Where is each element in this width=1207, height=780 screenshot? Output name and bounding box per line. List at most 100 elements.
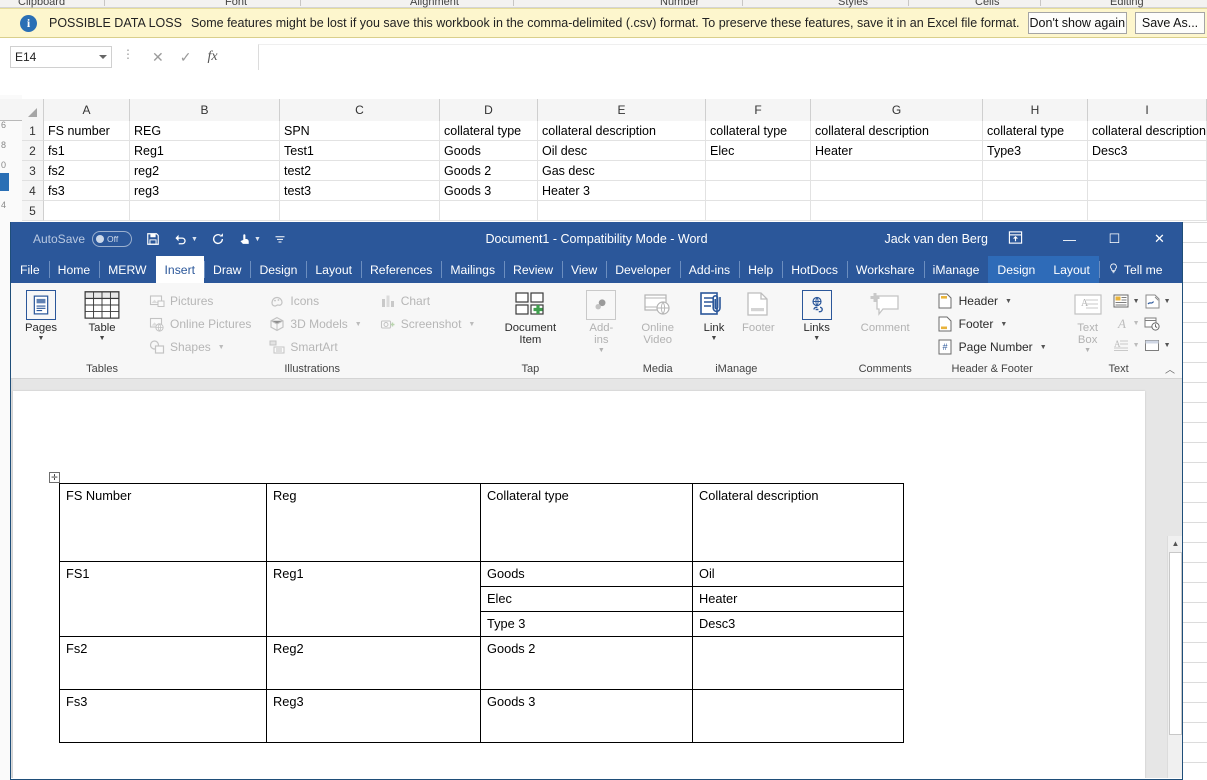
customize-qat-icon[interactable] bbox=[274, 233, 286, 245]
cell-A4[interactable]: fs3 bbox=[44, 181, 130, 201]
screenshot-button[interactable]: Screenshot ▼ bbox=[376, 313, 480, 335]
cell-H2[interactable]: Type3 bbox=[983, 141, 1088, 161]
share-icon[interactable] bbox=[1172, 256, 1182, 283]
cell-B3[interactable]: reg2 bbox=[130, 161, 280, 181]
save-icon[interactable] bbox=[146, 232, 160, 246]
th-collateral-description[interactable]: Collateral description bbox=[692, 483, 904, 562]
dont-show-again-button[interactable]: Don't show again bbox=[1027, 12, 1127, 34]
pictures-button[interactable]: Pictures bbox=[145, 290, 255, 312]
cell-F3[interactable] bbox=[706, 161, 811, 181]
cell-G2[interactable]: Heater bbox=[811, 141, 983, 161]
cell-desc-1-1[interactable]: Oil bbox=[692, 561, 904, 587]
cell-B5[interactable] bbox=[130, 201, 280, 221]
name-box[interactable]: E14 bbox=[10, 46, 112, 68]
table-button[interactable]: Table ▼ bbox=[77, 288, 127, 342]
online-pictures-button[interactable]: Online Pictures bbox=[145, 313, 255, 335]
tab-merw[interactable]: MERW bbox=[99, 256, 155, 283]
cell-E1[interactable]: collateral description bbox=[538, 121, 706, 141]
chevron-down-icon[interactable]: ▼ bbox=[1164, 298, 1171, 305]
table-move-handle-icon[interactable]: ✛ bbox=[49, 472, 60, 483]
new-comment-button[interactable]: Comment bbox=[855, 288, 916, 334]
tab-view[interactable]: View bbox=[562, 256, 606, 283]
column-header-D[interactable]: D bbox=[440, 99, 538, 121]
cell-G5[interactable] bbox=[811, 201, 983, 221]
tab-references[interactable]: References bbox=[361, 256, 441, 283]
column-header-G[interactable]: G bbox=[811, 99, 983, 121]
cell-A3[interactable]: fs2 bbox=[44, 161, 130, 181]
tab-add-ins[interactable]: Add-ins bbox=[679, 256, 739, 283]
tab-home[interactable]: Home bbox=[48, 256, 100, 283]
cell-B1[interactable]: REG bbox=[130, 121, 280, 141]
close-icon[interactable]: ✕ bbox=[152, 49, 164, 66]
tab-table-layout[interactable]: Layout bbox=[1044, 256, 1099, 283]
chevron-down-icon[interactable]: ▼ bbox=[598, 347, 605, 354]
formula-input[interactable] bbox=[258, 44, 1207, 70]
cell-I3[interactable] bbox=[1088, 161, 1207, 181]
cell-fs-1[interactable]: FS1 bbox=[59, 561, 267, 637]
cell-A2[interactable]: fs1 bbox=[44, 141, 130, 161]
cell-E2[interactable]: Oil desc bbox=[538, 141, 706, 161]
cell-E3[interactable]: Gas desc bbox=[538, 161, 706, 181]
chart-button[interactable]: Chart bbox=[376, 290, 480, 312]
quick-parts-icon[interactable] bbox=[1111, 291, 1131, 311]
tab-layout[interactable]: Layout bbox=[306, 256, 361, 283]
cell-type-1-3[interactable]: Type 3 bbox=[480, 611, 693, 637]
row-header-3[interactable]: 3 bbox=[22, 161, 44, 181]
scroll-up-icon[interactable]: ▲ bbox=[1168, 536, 1182, 551]
cell-G4[interactable] bbox=[811, 181, 983, 201]
cell-I2[interactable]: Desc3 bbox=[1088, 141, 1207, 161]
chevron-down-icon[interactable]: ▼ bbox=[191, 236, 198, 243]
signature-line-icon[interactable] bbox=[1142, 291, 1162, 311]
cell-H4[interactable] bbox=[983, 181, 1088, 201]
cell-type-1-1[interactable]: Goods bbox=[480, 561, 693, 587]
add-ins-button[interactable]: Add-ins ▼ bbox=[579, 288, 623, 354]
imanage-footer-button[interactable]: Footer bbox=[736, 288, 781, 334]
tab-review[interactable]: Review bbox=[504, 256, 562, 283]
cell-C1[interactable]: SPN bbox=[280, 121, 440, 141]
cell-G1[interactable]: collateral description bbox=[811, 121, 983, 141]
chevron-down-icon[interactable]: ▼ bbox=[99, 335, 106, 342]
tab-insert[interactable]: Insert bbox=[155, 256, 205, 283]
tab-draw[interactable]: Draw bbox=[204, 256, 250, 283]
cell-I4[interactable] bbox=[1088, 181, 1207, 201]
formula-bar-grip[interactable]: ⋮ bbox=[122, 48, 134, 60]
cell-I1[interactable]: collateral description bbox=[1088, 121, 1207, 141]
online-video-button[interactable]: Online Video bbox=[635, 288, 680, 346]
chevron-down-icon[interactable]: ▼ bbox=[1040, 344, 1047, 351]
document-page[interactable]: ✛ FS Number Reg Collateral type Collater… bbox=[13, 391, 1145, 778]
cell-B4[interactable]: reg3 bbox=[130, 181, 280, 201]
cell-E5[interactable] bbox=[538, 201, 706, 221]
maximize-icon[interactable]: ☐ bbox=[1092, 231, 1137, 247]
cell-fs-3[interactable]: Fs3 bbox=[59, 689, 267, 743]
cell-B2[interactable]: Reg1 bbox=[130, 141, 280, 161]
tab-workshare[interactable]: Workshare bbox=[846, 256, 924, 283]
cell-E4[interactable]: Heater 3 bbox=[538, 181, 706, 201]
cell-H3[interactable] bbox=[983, 161, 1088, 181]
chevron-down-icon[interactable]: ▼ bbox=[355, 321, 362, 328]
th-reg[interactable]: Reg bbox=[266, 483, 481, 562]
tab-design[interactable]: Design bbox=[250, 256, 306, 283]
chevron-down-icon[interactable]: ▼ bbox=[1133, 342, 1140, 349]
cell-H5[interactable] bbox=[983, 201, 1088, 221]
date-time-icon[interactable] bbox=[1142, 313, 1162, 333]
chevron-down-icon[interactable]: ▼ bbox=[1000, 321, 1007, 328]
cell-type-2[interactable]: Goods 2 bbox=[480, 636, 693, 690]
minimize-icon[interactable]: — bbox=[1047, 232, 1092, 247]
touch-mode-icon[interactable]: ▼ bbox=[238, 232, 261, 246]
chevron-down-icon[interactable]: ▼ bbox=[38, 335, 45, 342]
column-header-C[interactable]: C bbox=[280, 99, 440, 121]
cell-type-3[interactable]: Goods 3 bbox=[480, 689, 693, 743]
text-box-button[interactable]: A Text Box ▼ bbox=[1067, 288, 1109, 354]
imanage-link-button[interactable]: Link ▼ bbox=[692, 288, 736, 342]
scrollbar-thumb[interactable] bbox=[1169, 552, 1182, 735]
cell-C5[interactable] bbox=[280, 201, 440, 221]
chevron-down-icon[interactable] bbox=[99, 55, 107, 59]
column-header-I[interactable]: I bbox=[1088, 99, 1207, 121]
cell-desc-3[interactable] bbox=[692, 689, 904, 743]
icons-button[interactable]: Icons bbox=[265, 290, 365, 312]
cell-D1[interactable]: collateral type bbox=[440, 121, 538, 141]
th-fs-number[interactable]: FS Number bbox=[59, 483, 267, 562]
tell-me-search[interactable]: Tell me bbox=[1098, 256, 1172, 283]
fx-icon[interactable]: fx bbox=[207, 49, 217, 65]
cell-G3[interactable] bbox=[811, 161, 983, 181]
